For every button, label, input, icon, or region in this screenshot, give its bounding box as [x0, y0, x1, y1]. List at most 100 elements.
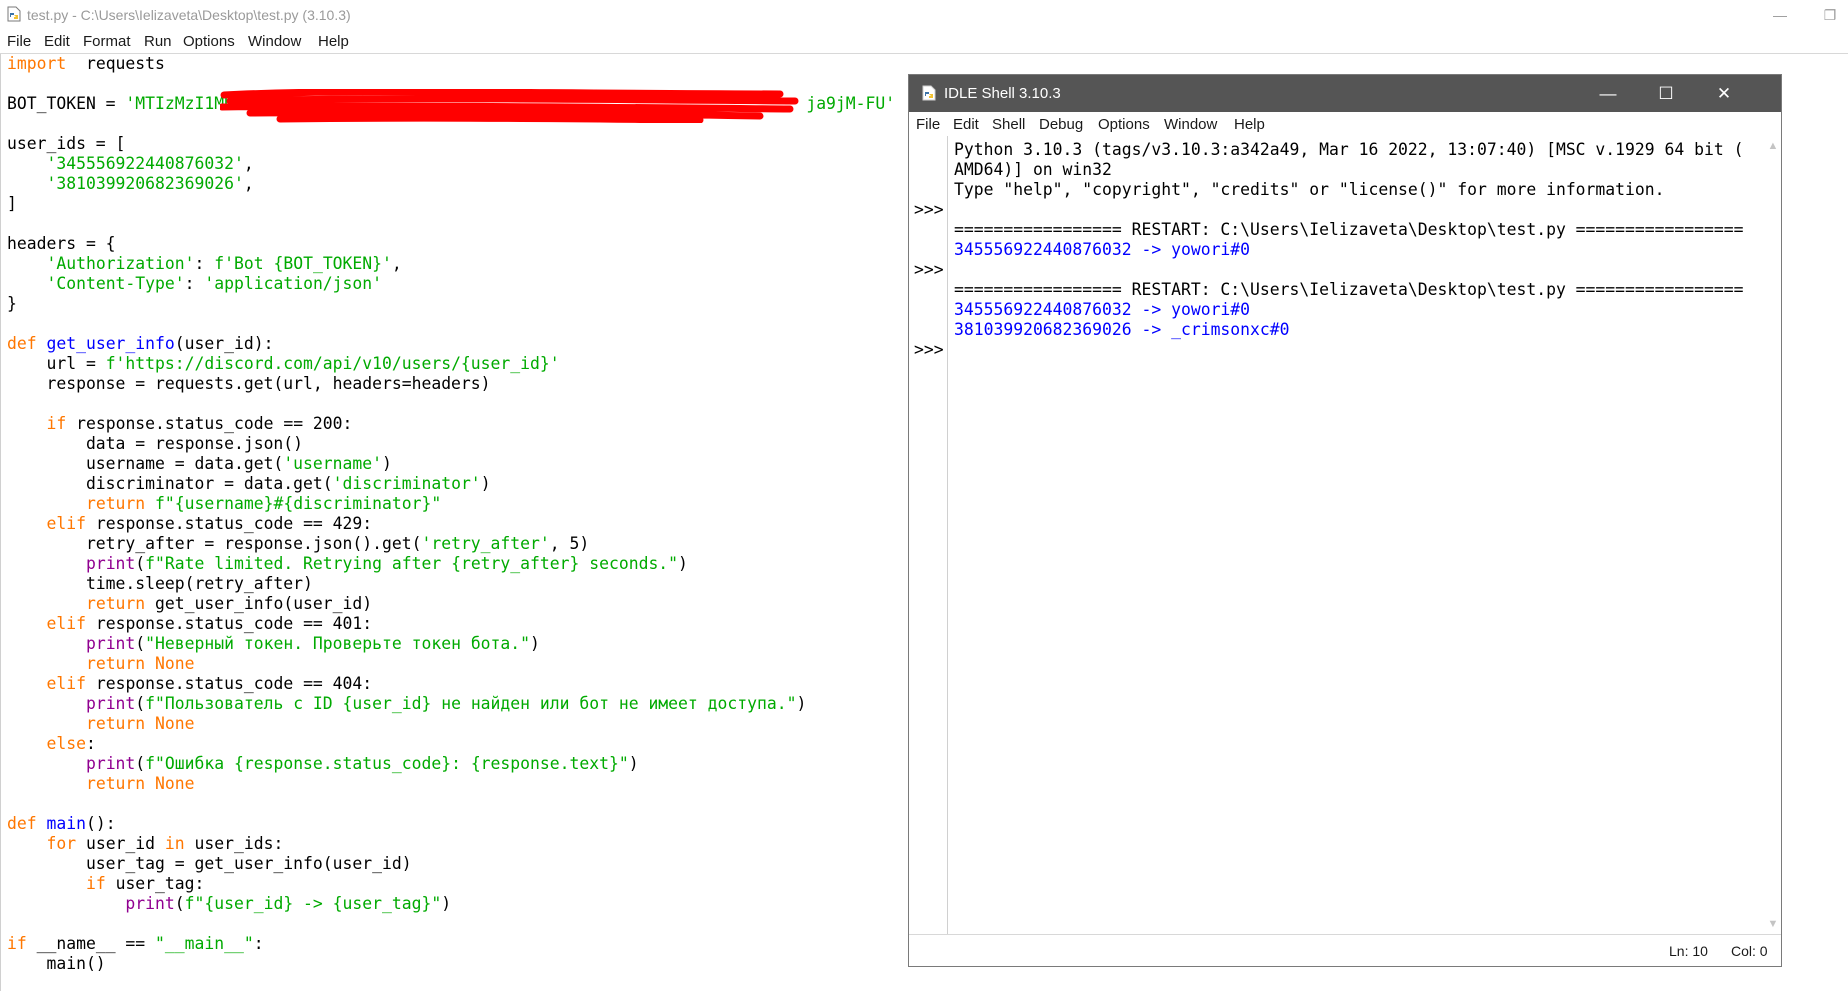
code-line: 'Authorization': f'Bot {BOT_TOKEN}',	[7, 254, 401, 274]
shell-menu-window[interactable]: Window	[1164, 116, 1217, 133]
code-line: print("Неверный токен. Проверьте токен б…	[7, 634, 540, 654]
code-token: 'discriminator'	[332, 474, 481, 493]
menu-format[interactable]: Format	[83, 33, 131, 50]
shell-prompt: >>>	[914, 340, 944, 359]
code-token: :	[85, 734, 96, 753]
status-line: Ln: 10	[1669, 943, 1708, 959]
shell-window-title: IDLE Shell 3.10.3	[944, 85, 1061, 102]
code-line: 'Content-Type': 'application/json'	[7, 274, 382, 294]
code-token: )	[678, 554, 688, 573]
code-token: def	[7, 334, 37, 353]
code-line: print(f"Пользователь с ID {user_id} не н…	[7, 694, 806, 714]
shell-scrollbar[interactable]: ▲ ▼	[1765, 136, 1781, 934]
code-token: '381039920682369026'	[46, 174, 244, 193]
code-token: return	[85, 494, 146, 513]
shell-titlebar[interactable]: IDLE Shell 3.10.3 — ☐ ✕	[909, 75, 1781, 112]
code-line: return None	[7, 774, 195, 794]
shell-output-area[interactable]: Python 3.10.3 (tags/v3.10.3:a342a49, Mar…	[949, 136, 1765, 934]
code-token: main	[46, 814, 86, 833]
code-token: (	[135, 554, 146, 573]
code-token: else	[46, 734, 86, 753]
shell-output-line: 381039920682369026 -> _crimsonxc#0	[954, 320, 1290, 339]
code-line: user_tag = get_user_info(user_id)	[7, 854, 412, 874]
editor-code-area[interactable]: import requests BOT_TOKEN = 'MTIzMzI1MDE …	[0, 54, 908, 991]
menu-run[interactable]: Run	[144, 33, 172, 50]
restore-icon[interactable]: ❐	[1818, 4, 1842, 26]
code-token: :	[194, 254, 215, 273]
shell-menu-help[interactable]: Help	[1234, 116, 1265, 133]
shell-text-line: ================= RESTART: C:\Users\Ieli…	[954, 280, 1744, 299]
code-token: __name__ ==	[26, 934, 156, 953]
code-token: f"Ошибка {response.status_code}: {respon…	[145, 754, 629, 773]
code-token: (	[135, 694, 146, 713]
close-icon[interactable]: ✕	[1695, 75, 1753, 112]
shell-text-line: ================= RESTART: C:\Users\Ieli…	[954, 220, 1744, 239]
code-token: )	[628, 754, 639, 773]
code-line: return None	[7, 714, 195, 734]
code-token: response = requests.get(url, headers=hea…	[7, 374, 491, 393]
code-token: def	[7, 814, 37, 833]
code-line: return get_user_info(user_id)	[7, 594, 372, 614]
shell-menu-edit[interactable]: Edit	[953, 116, 979, 133]
code-token: if	[46, 414, 67, 433]
code-token: )	[480, 474, 491, 493]
code-token: elif	[46, 514, 86, 533]
shell-menu-debug[interactable]: Debug	[1039, 116, 1083, 133]
scroll-up-icon[interactable]: ▲	[1765, 138, 1781, 154]
menu-window[interactable]: Window	[248, 33, 301, 50]
code-token: main()	[7, 954, 106, 973]
code-token: ,	[243, 174, 254, 193]
code-token: (user_id):	[174, 334, 274, 353]
code-token: :	[253, 934, 264, 953]
code-token: )	[382, 454, 392, 473]
code-token: f'https://discord.com/api/v10/users/{use…	[105, 354, 560, 373]
code-token: f"Пользователь с ID {user_id} не найден …	[145, 694, 797, 713]
editor-titlebar[interactable]: test.py - C:\Users\Ielizaveta\Desktop\te…	[0, 0, 1848, 30]
code-token: }	[7, 294, 17, 313]
code-token: return	[85, 654, 146, 673]
code-token: response.status_code == 401:	[85, 614, 373, 633]
menu-options[interactable]: Options	[183, 33, 235, 50]
scroll-down-icon[interactable]: ▼	[1765, 916, 1781, 932]
shell-menu-options[interactable]: Options	[1098, 116, 1150, 133]
menu-edit[interactable]: Edit	[44, 33, 70, 50]
maximize-icon[interactable]: ☐	[1637, 75, 1695, 112]
code-token: print	[85, 694, 136, 713]
shell-prompt: >>>	[914, 260, 944, 279]
code-line: main()	[7, 954, 106, 974]
code-line: return None	[7, 654, 195, 674]
shell-menu-file[interactable]: File	[916, 116, 940, 133]
code-token: ():	[85, 814, 116, 833]
menu-help[interactable]: Help	[318, 33, 349, 50]
code-token: f'Bot {BOT_TOKEN}'	[214, 254, 392, 273]
code-token: discriminator = data.get(	[7, 474, 333, 493]
shell-menubar: File Edit Shell Debug Options Window Hel…	[909, 112, 1781, 136]
minimize-icon[interactable]: —	[1768, 4, 1792, 26]
menu-file[interactable]: File	[7, 33, 31, 50]
code-token: url =	[7, 354, 106, 373]
code-token: elif	[46, 674, 86, 693]
code-token: f"Rate limited. Retrying after {retry_af…	[145, 554, 679, 573]
minimize-icon[interactable]: —	[1579, 75, 1637, 112]
code-token: user_tag = get_user_info(user_id)	[7, 854, 412, 873]
shell-menu-shell[interactable]: Shell	[992, 116, 1025, 133]
code-token: , 5)	[549, 534, 590, 553]
code-line: else:	[7, 734, 96, 754]
code-token: print	[85, 634, 136, 653]
shell-prompt-gutter: >>> >>> >>>	[909, 136, 948, 934]
code-line: url = f'https://discord.com/api/v10/user…	[7, 354, 560, 374]
code-line: def main():	[7, 814, 116, 834]
code-token: elif	[46, 614, 86, 633]
code-token: 'application/json'	[204, 274, 383, 293]
code-line: import requests	[7, 54, 165, 74]
